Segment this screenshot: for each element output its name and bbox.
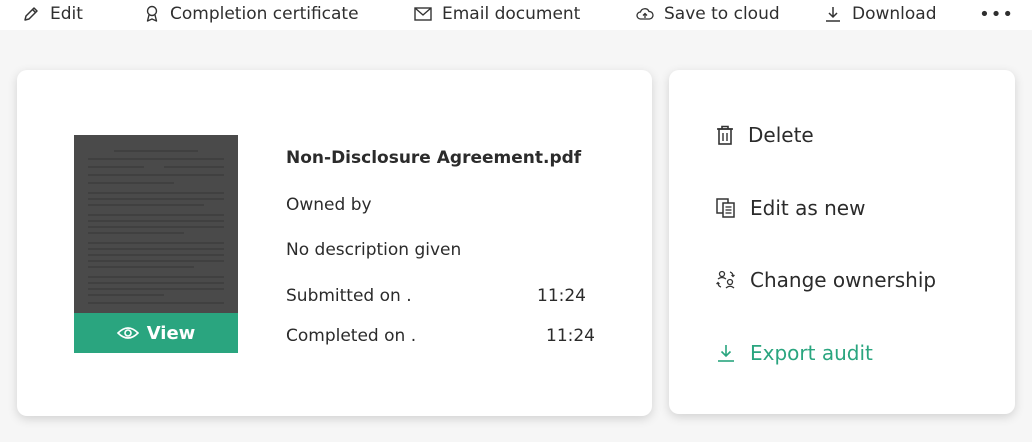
edit-label: Edit: [50, 4, 83, 24]
completed-time: 11:24: [546, 326, 595, 346]
download-icon: [826, 7, 840, 22]
email-document-button[interactable]: Email document: [414, 4, 580, 24]
pencil-icon: [24, 7, 38, 21]
download-icon: [718, 345, 734, 362]
toolbar: Edit Completion certificate Email docume…: [0, 0, 1032, 30]
document-card: View Non-Disclosure Agreement.pdf Owned …: [17, 70, 652, 416]
completion-certificate-label: Completion certificate: [170, 4, 359, 24]
save-to-cloud-label: Save to cloud: [664, 4, 780, 24]
owned-by-text: Owned by: [286, 195, 372, 215]
edit-as-new-label: Edit as new: [750, 196, 866, 220]
document-preview-image: [88, 150, 224, 304]
trash-icon: [717, 125, 733, 145]
view-button[interactable]: View: [74, 313, 238, 353]
delete-label: Delete: [748, 123, 814, 147]
more-icon: •••: [979, 4, 1014, 25]
delete-menu-item[interactable]: Delete: [716, 123, 814, 147]
completion-certificate-button[interactable]: Completion certificate: [144, 4, 359, 24]
email-document-label: Email document: [442, 4, 581, 24]
duplicate-document-icon: [716, 198, 735, 218]
cloud-upload-icon: [636, 8, 654, 20]
description-text: No description given: [286, 240, 462, 260]
document-thumbnail[interactable]: View: [74, 135, 238, 353]
export-audit-label: Export audit: [750, 341, 873, 365]
completed-on-label: Completed on .: [286, 326, 417, 346]
change-ownership-menu-item[interactable]: Change ownership: [716, 268, 936, 292]
save-to-cloud-button[interactable]: Save to cloud: [636, 4, 780, 24]
edit-button[interactable]: Edit: [22, 4, 83, 24]
change-ownership-label: Change ownership: [750, 268, 937, 292]
more-options-button[interactable]: •••: [979, 4, 1014, 25]
envelope-icon: [414, 7, 432, 21]
document-filename: Non-Disclosure Agreement.pdf: [286, 148, 582, 168]
export-audit-menu-item[interactable]: Export audit: [716, 341, 873, 365]
award-icon: [146, 5, 158, 22]
transfer-ownership-icon: [716, 270, 735, 289]
edit-as-new-menu-item[interactable]: Edit as new: [716, 196, 865, 220]
submitted-time: 11:24: [537, 286, 586, 306]
eye-icon: [116, 327, 139, 339]
submitted-on-label: Submitted on .: [286, 286, 412, 306]
view-label: View: [146, 322, 196, 344]
download-button[interactable]: Download: [824, 4, 937, 24]
download-label: Download: [852, 4, 937, 24]
actions-menu: Delete Edit as new Change ownership Expo…: [669, 70, 1015, 414]
